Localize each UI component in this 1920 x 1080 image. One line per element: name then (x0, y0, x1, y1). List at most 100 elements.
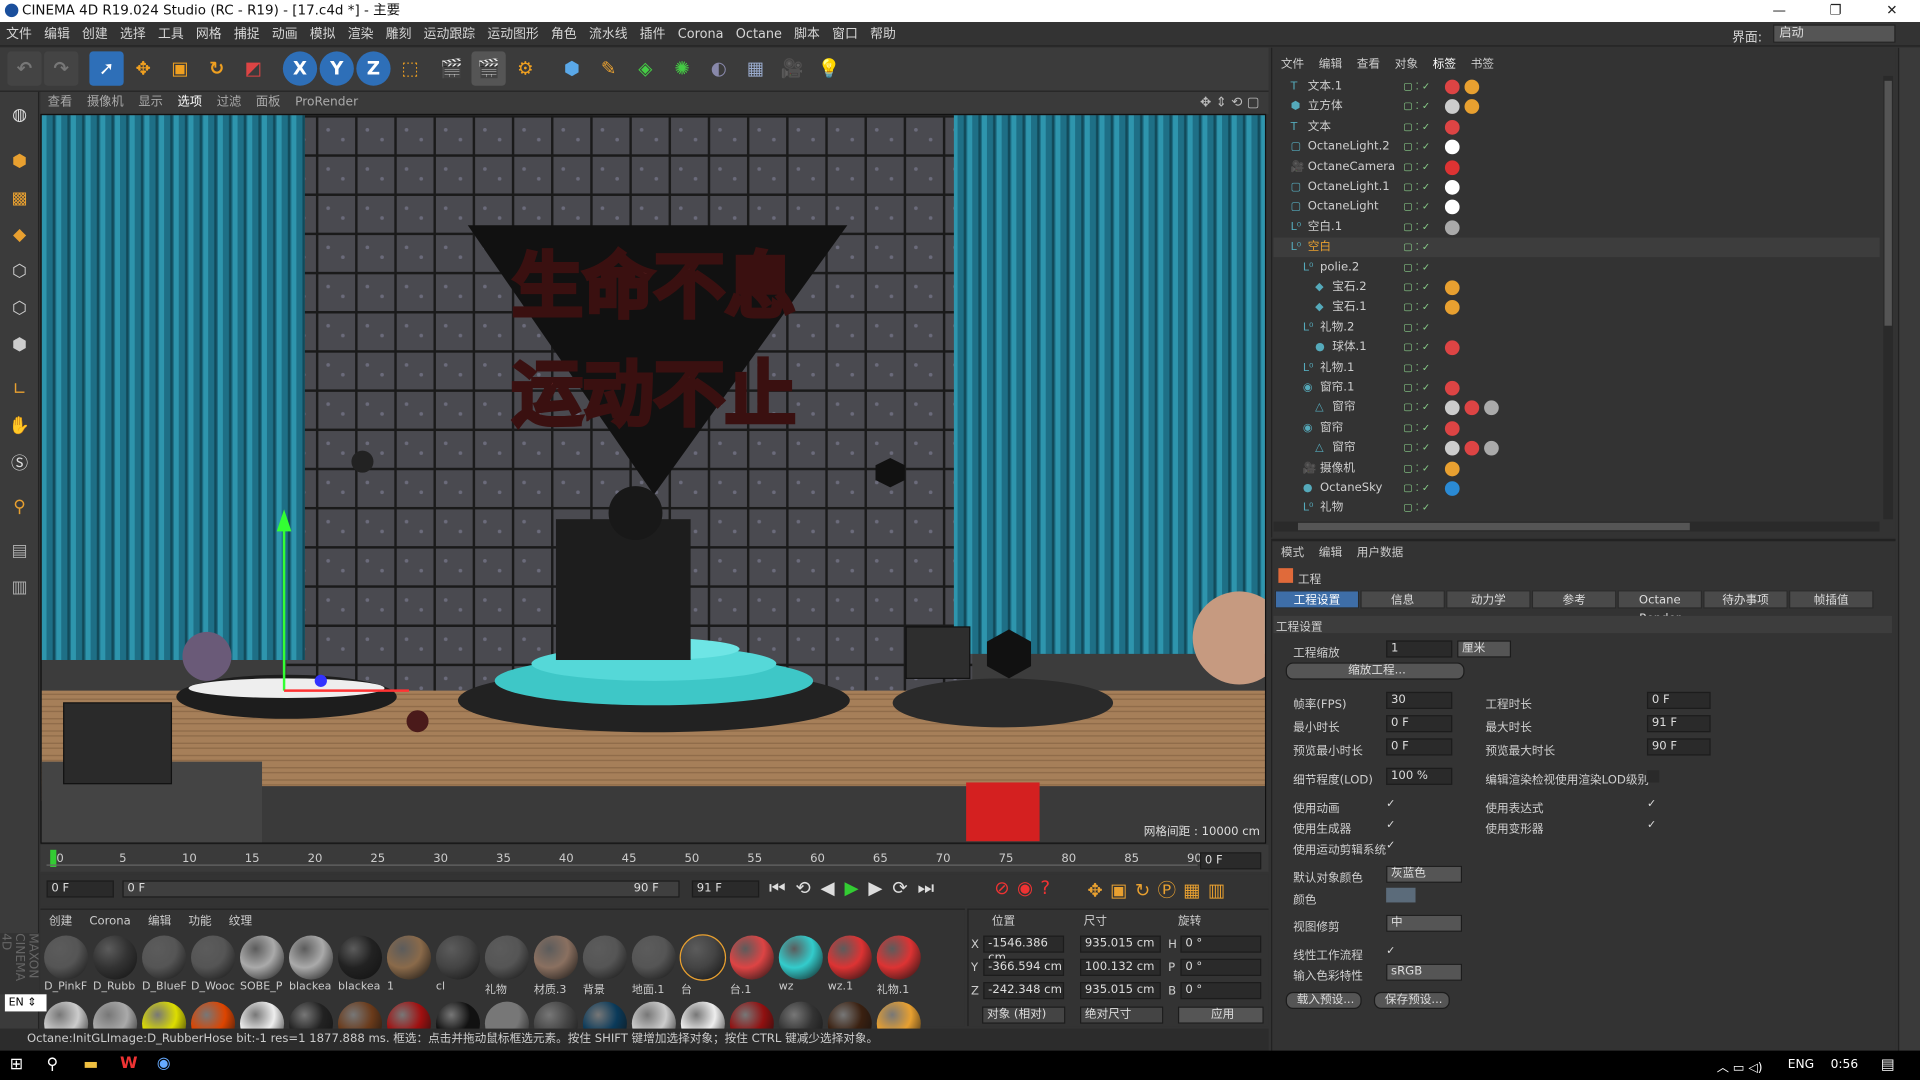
visibility-toggle[interactable]: ▢ ⁚ ✓ (1403, 258, 1430, 278)
object-row[interactable]: L⁰ 礼物.1 ▢ ⁚ ✓ (1273, 358, 1879, 378)
menu-item[interactable]: 编辑 (38, 22, 76, 46)
z-axis-icon[interactable]: Z (356, 51, 391, 86)
edges-mode-icon[interactable]: ⬡ (4, 293, 36, 325)
object-tag-icon[interactable] (1444, 119, 1460, 135)
cinema4d-taskbar-icon[interactable]: ◉ (157, 1054, 171, 1072)
object-menu-item[interactable]: 书签 (1471, 58, 1494, 71)
y-axis-icon[interactable]: Y (319, 51, 354, 86)
material-menu-item[interactable]: 编辑 (148, 915, 171, 928)
viewport-menu-item[interactable]: ProRender (288, 92, 366, 114)
rotation-field[interactable]: 0 ° (1180, 935, 1262, 953)
material-swatch[interactable] (288, 935, 334, 980)
material-swatch[interactable] (337, 935, 383, 980)
object-tag-icon[interactable] (1444, 420, 1460, 436)
menu-item[interactable]: 渲染 (342, 22, 380, 46)
material-menu-item[interactable]: Corona (89, 915, 130, 928)
snap-icon[interactable]: Ⓢ (4, 447, 36, 479)
object-row[interactable]: ▢ OctaneLight ▢ ⁚ ✓ (1273, 198, 1879, 218)
save-preset-button[interactable]: 保存预设... (1373, 991, 1450, 1009)
menu-item[interactable]: 运动图形 (481, 22, 545, 46)
menu-item[interactable]: 选择 (114, 22, 152, 46)
use-animation-checkbox[interactable]: ✓ (1386, 798, 1398, 810)
maximize-button[interactable]: ❐ (1807, 0, 1863, 22)
visibility-toggle[interactable]: ▢ ⁚ ✓ (1403, 318, 1430, 338)
object-row[interactable]: △ 窗帘 ▢ ⁚ ✓ (1273, 439, 1879, 459)
size-field[interactable]: 935.015 cm (1080, 982, 1161, 1000)
object-name[interactable]: OctaneCamera (1308, 157, 1395, 177)
visibility-toggle[interactable]: ▢ ⁚ ✓ (1403, 137, 1430, 157)
scale-project-button[interactable]: 缩放工程... (1285, 662, 1465, 680)
object-row[interactable]: L⁰ polie.2 ▢ ⁚ ✓ (1273, 258, 1879, 278)
material-swatch[interactable] (44, 935, 89, 980)
move-icon[interactable]: ✥ (126, 51, 160, 85)
visibility-toggle[interactable]: ▢ ⁚ ✓ (1403, 278, 1430, 298)
apply-button[interactable]: 应用 (1177, 1006, 1264, 1024)
visibility-toggle[interactable]: ▢ ⁚ ✓ (1403, 77, 1430, 97)
end-frame-field[interactable]: 91 F (691, 880, 760, 898)
visibility-toggle[interactable]: ▢ ⁚ ✓ (1403, 117, 1430, 137)
menu-item[interactable]: 捕捉 (228, 22, 266, 46)
object-tag-icon[interactable] (1444, 180, 1460, 195)
object-tag-icon[interactable] (1444, 481, 1460, 496)
material-menu-item[interactable]: 功能 (188, 915, 211, 928)
material-swatch[interactable] (386, 935, 432, 980)
use-expressions-checkbox[interactable]: ✓ (1647, 798, 1659, 810)
material-menu-item[interactable]: 创建 (49, 915, 72, 928)
viewport-nav-icons[interactable]: ✥ ⇕ ⟲ ▢ (1200, 94, 1259, 110)
visibility-toggle[interactable]: ▢ ⁚ ✓ (1403, 298, 1430, 318)
menu-item[interactable]: Corona (672, 22, 730, 46)
attribute-menu-item[interactable]: 编辑 (1319, 546, 1342, 559)
material-menu-item[interactable]: 纹理 (229, 915, 252, 928)
material-swatch[interactable] (729, 935, 774, 980)
scale-unit-select[interactable]: 厘米 (1457, 640, 1512, 658)
menu-item[interactable]: 工具 (152, 22, 190, 46)
use-motion-checkbox[interactable]: ✓ (1386, 840, 1398, 852)
polygons-mode-icon[interactable]: ⬢ (4, 329, 36, 361)
lock-workplane-icon[interactable]: ▤ (4, 535, 36, 567)
min-time-field[interactable]: 0 F (1386, 715, 1453, 733)
object-row[interactable]: △ 窗帘 ▢ ⁚ ✓ (1273, 398, 1879, 418)
x-axis-icon[interactable]: X (282, 51, 318, 86)
object-row[interactable]: 🎥 摄像机 ▢ ⁚ ✓ (1273, 459, 1879, 479)
coord-system-icon[interactable]: ⬚ (393, 51, 427, 85)
rotate-icon[interactable]: ↻ (200, 51, 234, 85)
menu-item[interactable]: 雕刻 (380, 22, 418, 46)
visibility-toggle[interactable]: ▢ ⁚ ✓ (1403, 358, 1430, 378)
object-name[interactable]: 立方体 (1308, 97, 1343, 117)
material-swatch[interactable] (827, 935, 872, 980)
object-name[interactable]: 礼物.2 (1320, 318, 1354, 338)
scale-icon[interactable]: ▣ (163, 51, 197, 85)
viewport-menu-item[interactable]: 显示 (131, 92, 170, 114)
menu-item[interactable]: 网格 (190, 22, 228, 46)
material-swatch[interactable] (679, 934, 727, 981)
close-button[interactable]: ✕ (1864, 0, 1920, 22)
attribute-menu-item[interactable]: 模式 (1281, 546, 1304, 559)
playback-controls[interactable]: ⏮⟲◀▶▶⟳⏭ (769, 877, 944, 899)
visibility-toggle[interactable]: ▢ ⁚ ✓ (1403, 378, 1430, 398)
object-tag-icon[interactable] (1444, 79, 1460, 95)
object-name[interactable]: OctaneSky (1320, 479, 1382, 499)
object-mode-icon[interactable]: ⬢ (4, 146, 36, 178)
object-tag-icon[interactable] (1484, 400, 1499, 416)
preview-min-field[interactable]: 0 F (1386, 738, 1453, 756)
object-menu-item[interactable]: 标签 (1433, 58, 1456, 71)
object-tag-icon[interactable] (1444, 99, 1460, 115)
search-icon[interactable]: ⚲ (47, 1056, 59, 1074)
object-row[interactable]: ● OctaneSky ▢ ⁚ ✓ (1273, 479, 1879, 499)
menu-item[interactable]: 流水线 (583, 22, 634, 46)
object-hscrollbar[interactable] (1273, 521, 1880, 532)
use-deformers-checkbox[interactable]: ✓ (1647, 819, 1659, 831)
floor-icon[interactable]: ▦ (738, 51, 772, 85)
planar-icon[interactable]: ▥ (4, 572, 36, 604)
points-mode-icon[interactable]: ⬡ (4, 256, 36, 288)
menu-item[interactable]: 角色 (545, 22, 583, 46)
object-tag-icon[interactable] (1444, 340, 1460, 356)
object-tag-icon[interactable] (1464, 79, 1480, 95)
object-row[interactable]: ▢ OctaneLight.1 ▢ ⁚ ✓ (1273, 178, 1879, 198)
array-icon[interactable]: ✺ (665, 51, 699, 85)
object-row[interactable]: ● 球体.1 ▢ ⁚ ✓ (1273, 338, 1879, 358)
material-swatch[interactable] (582, 935, 627, 980)
visibility-toggle[interactable]: ▢ ⁚ ✓ (1403, 459, 1430, 479)
object-name[interactable]: 摄像机 (1320, 459, 1355, 479)
menu-item[interactable]: 创建 (76, 22, 114, 46)
